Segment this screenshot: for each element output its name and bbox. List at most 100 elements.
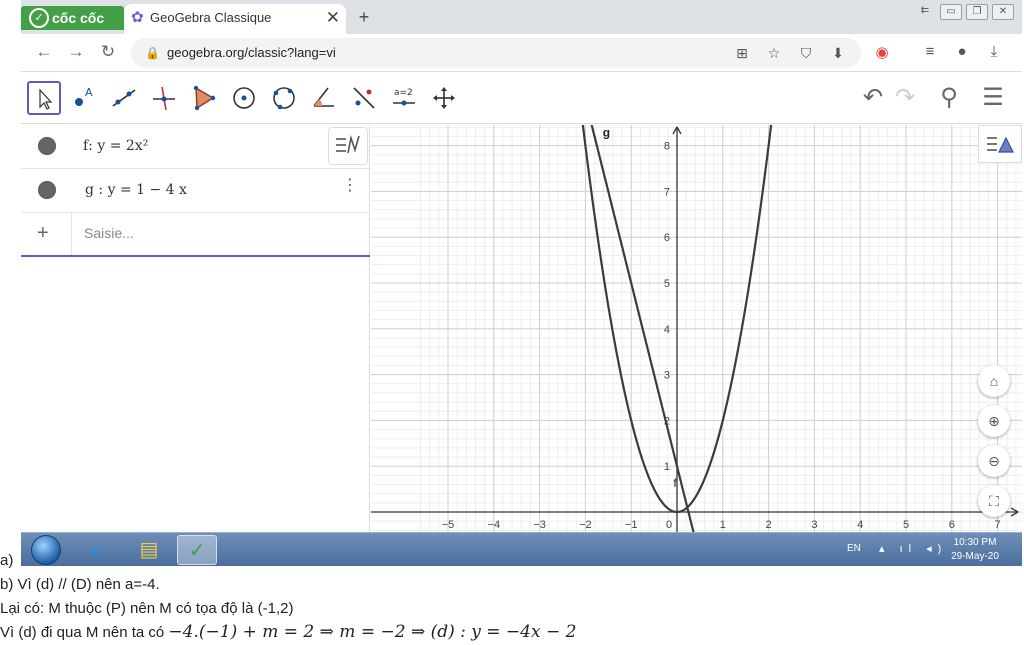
- tab-close-icon[interactable]: ✕: [326, 4, 340, 32]
- lock-icon: 🔒: [145, 46, 160, 60]
- back-icon[interactable]: ←: [33, 42, 55, 62]
- undo-icon[interactable]: ↶: [857, 83, 889, 112]
- brand-label: cốc cốc: [52, 10, 105, 26]
- clock-time: 10:30 PM: [953, 537, 997, 548]
- part-d-line: Vì (d) đi qua M nên ta có −4.(−1) + m = …: [0, 622, 576, 642]
- x-tick-label: −5: [442, 519, 455, 531]
- url-field[interactable]: 🔒 geogebra.org/classic?lang=vi ⊞ ☆ ⛉ ⬇: [131, 38, 861, 68]
- algebra-item-f[interactable]: f: y = 2x²: [21, 125, 370, 169]
- x-tick-label: 0: [666, 519, 672, 531]
- algebra-style-icon[interactable]: [328, 127, 368, 165]
- file-explorer-icon[interactable]: ▤: [129, 535, 169, 565]
- menu-icon[interactable]: ☰: [977, 83, 1009, 112]
- restore-button[interactable]: ❐: [966, 4, 988, 20]
- line-tool-icon[interactable]: [107, 81, 141, 115]
- algebra-item-label[interactable]: f: y = 2x²: [83, 138, 148, 154]
- bookmark-star-icon[interactable]: ☆: [763, 38, 785, 68]
- playlist-icon[interactable]: ≡: [919, 43, 941, 60]
- search-icon[interactable]: ⚲: [933, 83, 965, 112]
- x-tick-label: 4: [857, 519, 863, 531]
- windows-taskbar: ℯ ▤ ✓ EN ▴ ıl ◂) 10:30 PM 29-May-20: [21, 532, 1022, 566]
- angle-tool-icon[interactable]: [307, 81, 341, 115]
- y-tick-label: 8: [664, 141, 670, 153]
- screenshot: ✓ cốc cốc ✿ GeoGebra Classique ✕ + ⇇ ▭ ❐…: [21, 0, 1022, 566]
- svg-text:a=2: a=2: [394, 88, 413, 98]
- geogebra-favicon-icon: ✿: [131, 9, 144, 26]
- fullscreen-icon[interactable]: ⛶: [978, 485, 1010, 517]
- x-tick-label: 2: [766, 519, 772, 531]
- chrome-extension-icon[interactable]: ◉: [871, 43, 893, 61]
- graphics-style-icon[interactable]: [978, 125, 1022, 163]
- curve-label-g: g: [603, 125, 610, 139]
- x-tick-label: 5: [903, 519, 909, 531]
- reload-icon[interactable]: ↻: [97, 42, 119, 62]
- system-tray-icons[interactable]: ▴ ıl ◂): [879, 542, 947, 555]
- reflect-tool-icon[interactable]: [347, 81, 381, 115]
- window-controls: ⇇ ▭ ❐ ✕: [914, 4, 1014, 24]
- close-window-button[interactable]: ✕: [992, 4, 1014, 20]
- minimize-button[interactable]: ▭: [940, 4, 962, 20]
- language-indicator[interactable]: EN: [847, 543, 861, 554]
- x-tick-label: −2: [579, 519, 592, 531]
- algebra-input-row[interactable]: + Saisie...: [21, 213, 370, 257]
- address-bar: ← → ↻ 🔒 geogebra.org/classic?lang=vi ⊞ ☆…: [21, 34, 1022, 72]
- move-tool-icon[interactable]: [27, 81, 61, 115]
- shield-icon[interactable]: ⛉: [795, 38, 817, 68]
- x-tick-label: −4: [488, 519, 501, 531]
- algebra-view: f: y = 2x² g : y = 1 − 4 x ⋮ + Saisie...: [21, 125, 370, 532]
- visibility-toggle[interactable]: [38, 181, 56, 199]
- account-icon[interactable]: ●: [951, 43, 973, 60]
- part-d-prefix: Vì (d) đi qua M nên ta có: [0, 624, 169, 641]
- x-tick-label: −3: [533, 519, 546, 531]
- part-c-line: Lại có: M thuộc (P) nên M có tọa độ là (…: [0, 600, 294, 617]
- point-tool-icon[interactable]: A: [67, 81, 101, 115]
- tab-title: GeoGebra Classique: [150, 10, 272, 25]
- coccoc-logo-icon: ✓: [29, 8, 49, 28]
- clock-date: 29-May-20: [951, 551, 999, 562]
- polygon-tool-icon[interactable]: [187, 81, 221, 115]
- x-tick-label: 6: [949, 519, 955, 531]
- coccoc-taskbar-icon[interactable]: ✓: [177, 535, 217, 565]
- downloads-icon[interactable]: ⤓: [983, 43, 1005, 60]
- zoom-in-icon[interactable]: ⊕: [978, 405, 1010, 437]
- y-tick-label: 4: [664, 324, 670, 336]
- redo-icon[interactable]: ↷: [889, 83, 921, 112]
- browser-tab[interactable]: ✿ GeoGebra Classique ✕: [124, 4, 346, 34]
- x-tick-label: 1: [720, 519, 726, 531]
- clock[interactable]: 10:30 PM 29-May-20: [943, 536, 1007, 564]
- circle-three-points-tool-icon[interactable]: [267, 81, 301, 115]
- graphics-canvas[interactable]: −5 −4 −3 −2 −1 0 1 2 3 4 5 6 712345678fg: [371, 125, 1022, 532]
- x-tick-label: −1: [625, 519, 638, 531]
- algebra-item-g[interactable]: g : y = 1 − 4 x ⋮: [21, 169, 370, 213]
- x-tick-label: 7: [995, 519, 1001, 531]
- y-tick-label: 5: [664, 278, 670, 290]
- download-page-icon[interactable]: ⬇: [827, 38, 849, 68]
- part-b-line: b) Vì (d) // (D) nên a=-4.: [0, 576, 160, 593]
- add-icon[interactable]: +: [37, 222, 49, 245]
- y-tick-label: 7: [664, 186, 670, 198]
- start-button-icon[interactable]: [31, 535, 61, 565]
- perpendicular-line-tool-icon[interactable]: [147, 81, 181, 115]
- part-d-math: −4.(−1) + m = 2 ⇒ m = −2 ⇒ (d) : y = −4x…: [168, 622, 577, 642]
- coccoc-brand[interactable]: ✓ cốc cốc: [21, 6, 124, 30]
- algebra-item-label[interactable]: g : y = 1 − 4 x: [85, 182, 187, 198]
- algebra-input[interactable]: Saisie...: [71, 213, 370, 255]
- tab-bar: ✓ cốc cốc ✿ GeoGebra Classique ✕ + ⇇ ▭ ❐…: [21, 0, 1022, 34]
- part-a-label: a): [0, 552, 14, 569]
- zoom-out-icon[interactable]: ⊖: [978, 445, 1010, 477]
- sidebar-toggle-icon[interactable]: ⇇: [914, 4, 936, 20]
- home-icon[interactable]: ⌂: [978, 365, 1010, 397]
- internet-explorer-icon[interactable]: ℯ: [77, 535, 117, 565]
- more-options-icon[interactable]: ⋮: [342, 175, 358, 195]
- translate-icon[interactable]: ⊞: [731, 38, 753, 68]
- forward-icon[interactable]: →: [65, 42, 87, 62]
- visibility-toggle[interactable]: [38, 137, 56, 155]
- move-view-tool-icon[interactable]: [427, 81, 461, 115]
- svg-text:A: A: [85, 86, 93, 99]
- url-text: geogebra.org/classic?lang=vi: [167, 45, 336, 60]
- circle-center-tool-icon[interactable]: [227, 81, 261, 115]
- y-tick-label: 6: [664, 232, 670, 244]
- graphics-view[interactable]: −5 −4 −3 −2 −1 0 1 2 3 4 5 6 7 1 2 3 4 5 6 7 8 f g ⌂ ⊕ ⊖ ⛶: [371, 125, 1022, 532]
- new-tab-button[interactable]: +: [353, 4, 375, 30]
- slider-tool-icon[interactable]: a=2: [387, 81, 421, 115]
